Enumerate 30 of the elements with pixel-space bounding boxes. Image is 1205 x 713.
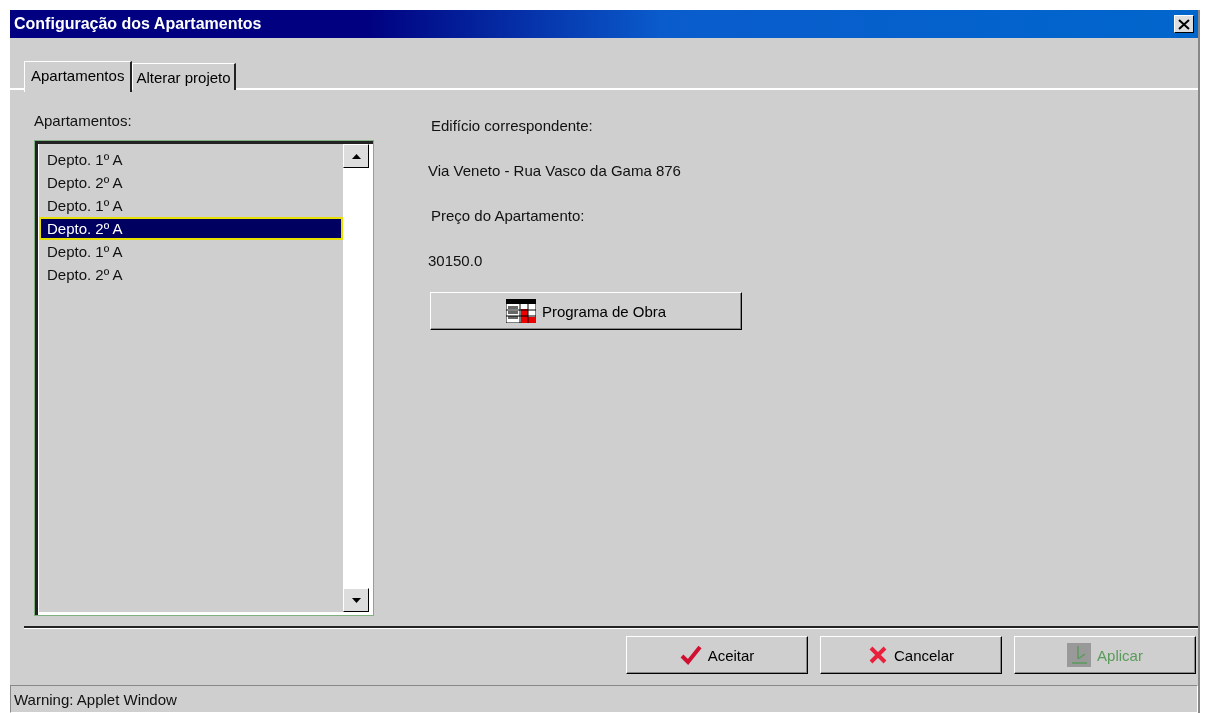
list-item[interactable]: Depto. 1º A bbox=[39, 148, 343, 171]
apartment-list[interactable]: Depto. 1º A Depto. 2º A Depto. 1º A Depto. 2º A Depto. 1º A Depto. 2º A bbox=[34, 140, 374, 616]
tab[interactable]: Alterar projeto bbox=[132, 63, 236, 90]
scrollbar[interactable] bbox=[343, 144, 371, 612]
apply-icon bbox=[1067, 643, 1092, 667]
cross-icon bbox=[868, 645, 888, 665]
building-value: Via Veneto - Rua Vasco da Gama 876 bbox=[428, 161, 682, 181]
check-icon bbox=[679, 645, 702, 665]
scroll-up-button[interactable] bbox=[343, 144, 369, 168]
program-button[interactable]: Programa de Obra bbox=[430, 292, 742, 330]
window-title: Configuração dos Apartamentos bbox=[14, 15, 262, 33]
price-value: 30150.0 bbox=[428, 251, 484, 271]
tab[interactable]: Apartamentos bbox=[24, 61, 133, 92]
cancel-button[interactable]: Cancelar bbox=[820, 636, 1002, 674]
price-label: Preço do Apartamento: bbox=[430, 206, 586, 226]
list-item[interactable]: Depto. 2º A bbox=[39, 217, 343, 240]
list-label: Apartamentos: bbox=[34, 112, 133, 131]
scroll-down-button[interactable] bbox=[343, 588, 369, 612]
up-arrow-icon bbox=[351, 153, 361, 159]
close-icon bbox=[1178, 18, 1190, 30]
close-button[interactable] bbox=[1174, 15, 1194, 33]
down-arrow-icon bbox=[351, 597, 361, 603]
list-item[interactable]: Depto. 2º A bbox=[39, 263, 343, 286]
table-icon bbox=[505, 299, 536, 323]
list-item[interactable]: Depto. 1º A bbox=[39, 194, 343, 217]
list-item[interactable]: Depto. 1º A bbox=[39, 240, 343, 263]
list-item[interactable]: Depto. 2º A bbox=[39, 171, 343, 194]
building-label: Edifício correspondente: bbox=[430, 116, 594, 136]
status-text: Warning: Applet Window bbox=[14, 690, 177, 708]
accept-button[interactable]: Aceitar bbox=[626, 636, 808, 674]
